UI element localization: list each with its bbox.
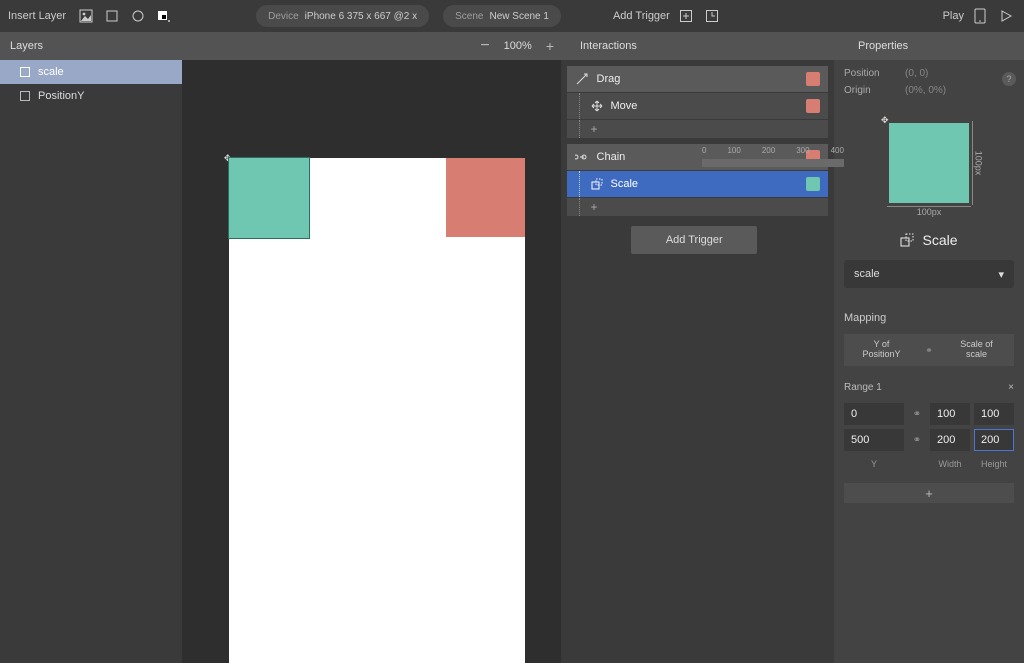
scale-section-icon [900, 233, 914, 247]
mapping-row[interactable]: Y of PositionY ⚭ Scale of scale [844, 334, 1014, 366]
preview-width: 100px [917, 207, 942, 217]
layer-type-icon [20, 67, 30, 77]
device-selector[interactable]: Device iPhone 6 375 x 667 @2 x [256, 5, 429, 27]
link-icon: ⚭ [919, 345, 939, 356]
add-trigger-button[interactable]: Add Trigger [631, 226, 757, 254]
play-run-icon[interactable] [996, 6, 1016, 26]
device-value: iPhone 6 375 x 667 @2 x [305, 11, 417, 22]
range-grid: ⚭ ⚭ [844, 403, 1014, 451]
timeline-scrollbar[interactable] [702, 159, 844, 167]
add-range-button[interactable]: + [844, 483, 1014, 503]
canvas[interactable]: ✥ [182, 60, 561, 663]
properties-title: Properties [848, 32, 1024, 60]
origin-label: Origin [844, 85, 889, 96]
target-layer-select[interactable]: scale ▾ [844, 260, 1014, 288]
range-y1-input[interactable] [844, 429, 904, 451]
add-trigger-in-icon[interactable] [676, 6, 696, 26]
col-width: Width [930, 459, 970, 469]
trigger-drag[interactable]: Drag [567, 66, 828, 92]
device-label: Device [268, 11, 299, 22]
insert-layer-label: Insert Layer [8, 10, 66, 22]
scene-value: New Scene 1 [489, 11, 548, 22]
mapping-title: Mapping [844, 312, 1014, 324]
topbar: Insert Layer Device iPhone 6 375 x 667 @… [0, 0, 1024, 32]
interactions-title: Interactions [570, 32, 848, 60]
col-y: Y [844, 459, 904, 469]
tick: 200 [762, 146, 775, 155]
rect-layer-icon[interactable] [102, 6, 122, 26]
tick: 400 [831, 146, 844, 155]
preview-height: 100px [974, 151, 984, 176]
col-height: Height [974, 459, 1014, 469]
mapping-right-bot: scale [939, 350, 1014, 360]
properties-panel: ? Position (0, 0) Origin (0%, 0%) ✥ 100p… [834, 60, 1024, 663]
action-label: Scale [611, 178, 639, 190]
layer-item-scale[interactable]: scale [0, 60, 182, 84]
subheader: Layers − 100% + Interactions Properties [0, 32, 1024, 60]
image-layer-icon[interactable] [76, 6, 96, 26]
plus-icon: + [591, 122, 598, 136]
play-label: Play [943, 10, 964, 22]
layers-panel: scale PositionY [0, 60, 182, 663]
trigger-label: Drag [597, 73, 621, 85]
section-scale-title: Scale [844, 232, 1014, 248]
add-trigger-toplabel: Add Trigger [613, 10, 670, 22]
position-value: (0, 0) [905, 68, 928, 79]
action-label: Move [611, 100, 638, 112]
plus-icon: + [591, 200, 598, 214]
move-icon [591, 100, 603, 112]
scene-label: Scene [455, 11, 483, 22]
position-label: Position [844, 68, 889, 79]
origin-value: (0%, 0%) [905, 85, 946, 96]
add-action-drag[interactable]: + [567, 120, 828, 138]
select-value: scale [854, 268, 880, 280]
zoom-out-button[interactable]: − [480, 37, 489, 55]
layer-label: scale [38, 66, 64, 78]
trigger-drag-group: Drag Move + [567, 66, 828, 138]
shape-scale[interactable] [229, 158, 309, 238]
zoom-in-button[interactable]: + [546, 38, 554, 54]
layer-item-positiony[interactable]: PositionY [0, 84, 182, 108]
play-device-icon[interactable] [970, 6, 990, 26]
add-trigger-out-icon[interactable] [702, 6, 722, 26]
shape-positiony[interactable] [446, 158, 525, 237]
range-w0-input[interactable] [930, 403, 970, 425]
action-scale[interactable]: Scale [567, 171, 828, 197]
range-label: Range 1 [844, 382, 882, 393]
target-chip [806, 72, 820, 86]
tick: 300 [796, 146, 809, 155]
layer-label: PositionY [38, 90, 84, 102]
tick: 100 [727, 146, 740, 155]
scale-icon [591, 178, 603, 190]
target-chip [806, 177, 820, 191]
layer-preview: ✥ 100px 100px [844, 108, 1014, 218]
color-layer-icon[interactable] [154, 6, 174, 26]
artboard[interactable] [229, 158, 525, 663]
chevron-down-icon: ▾ [998, 268, 1004, 281]
zoom-value: 100% [504, 40, 532, 52]
help-button[interactable]: ? [1002, 72, 1016, 86]
action-move[interactable]: Move [567, 93, 828, 119]
range-remove-button[interactable]: × [1008, 382, 1014, 393]
range-link-icon[interactable]: ⚭ [908, 403, 926, 425]
drag-icon [575, 72, 589, 86]
range-w1-input[interactable] [930, 429, 970, 451]
range-h1-input[interactable] [974, 429, 1014, 451]
layer-type-icon [20, 91, 30, 101]
mapping-left-bot: PositionY [844, 350, 919, 360]
range-y0-input[interactable] [844, 403, 904, 425]
add-action-chain[interactable]: + [567, 198, 828, 216]
range-h0-input[interactable] [974, 403, 1014, 425]
tick: 0 [702, 146, 706, 155]
timeline-ruler[interactable]: 0 100 200 300 400 [702, 146, 844, 170]
chain-icon [575, 150, 589, 164]
target-chip [806, 99, 820, 113]
range-link-icon[interactable]: ⚭ [908, 429, 926, 451]
circle-layer-icon[interactable] [128, 6, 148, 26]
scene-selector[interactable]: Scene New Scene 1 [443, 5, 561, 27]
layers-title: Layers [0, 32, 185, 60]
trigger-label: Chain [597, 151, 626, 163]
preview-handle-icon: ✥ [881, 115, 889, 126]
